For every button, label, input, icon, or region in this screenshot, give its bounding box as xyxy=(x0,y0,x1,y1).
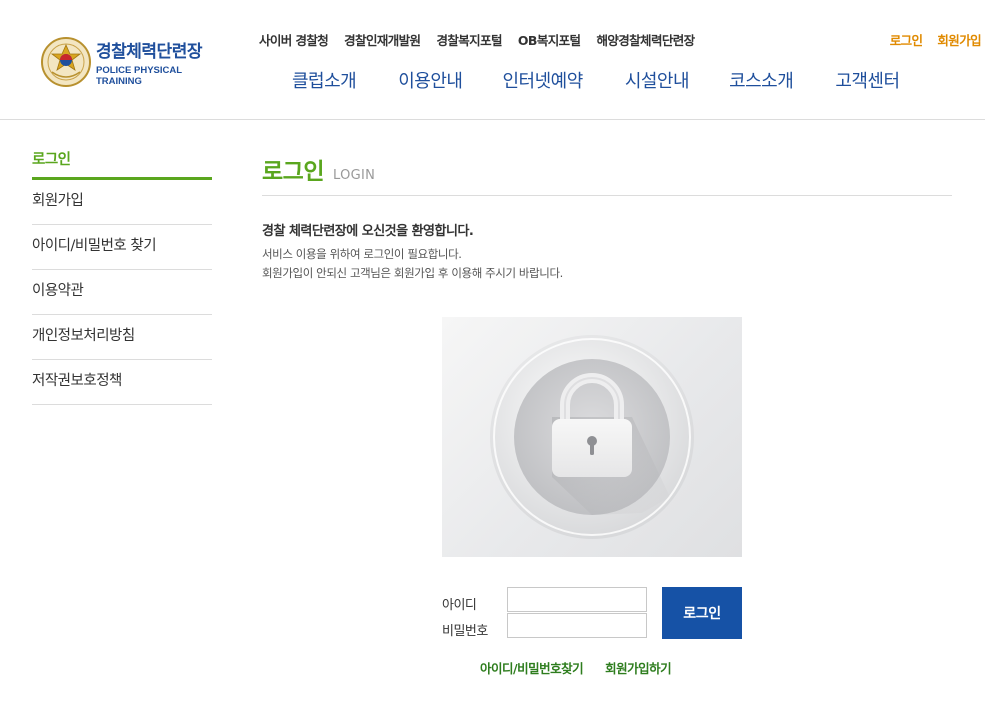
login-form: 아이디 비밀번호 로그인 xyxy=(442,587,742,639)
password-input[interactable] xyxy=(507,613,647,638)
nav-usage-guide[interactable]: 이용안내 xyxy=(398,67,463,93)
logo-subtitle: POLICE PHYSICAL TRAINING xyxy=(96,65,182,87)
welcome-heading: 경찰 체력단련장에 오신것을 환영합니다. xyxy=(262,224,474,239)
password-label: 비밀번호 xyxy=(442,624,488,639)
site-logo[interactable]: 경찰체력단련장 POLICE PHYSICAL TRAINING xyxy=(40,35,220,89)
util-link-cyber-police[interactable]: 사이버 경찰청 xyxy=(259,30,329,49)
util-nav: 사이버 경찰청 경찰인재개발원 경찰복지포털 OB복지포털 해양경찰체력단련장 xyxy=(259,30,711,49)
site-header: 경찰체력단련장 POLICE PHYSICAL TRAINING 사이버 경찰청… xyxy=(0,0,985,120)
util-link-police-academy[interactable]: 경찰인재개발원 xyxy=(344,30,421,49)
nav-facilities[interactable]: 시설안내 xyxy=(625,67,690,93)
page-header: 로그인 LOGIN xyxy=(262,140,952,196)
main-content: 로그인 LOGIN 경찰 체력단련장에 오신것을 환영합니다. 서비스 이용을 … xyxy=(262,140,952,283)
login-helper-links: 아이디/비밀번호찾기 회원가입하기 xyxy=(480,658,672,677)
header-login-link[interactable]: 로그인 xyxy=(890,30,923,49)
sidebar-item-login[interactable]: 로그인 xyxy=(32,140,212,180)
id-label: 아이디 xyxy=(442,598,477,613)
nav-online-booking[interactable]: 인터넷예약 xyxy=(503,67,584,93)
page-title-en: LOGIN xyxy=(332,168,376,183)
header-signup-link[interactable]: 회원가입 xyxy=(937,30,981,49)
signup-link[interactable]: 회원가입하기 xyxy=(605,658,672,677)
lock-icon xyxy=(490,335,694,539)
util-link-welfare-portal[interactable]: 경찰복지포털 xyxy=(436,30,502,49)
lock-illustration xyxy=(442,317,742,557)
police-emblem-icon xyxy=(40,36,92,88)
id-input[interactable] xyxy=(507,587,647,612)
logo-title: 경찰체력단련장 xyxy=(96,42,202,62)
sidebar-item-copyright[interactable]: 저작권보호정책 xyxy=(32,360,212,405)
nav-club-intro[interactable]: 클럽소개 xyxy=(292,67,357,93)
sidebar-item-find-account[interactable]: 아이디/비밀번호 찾기 xyxy=(32,225,212,270)
nav-customer-center[interactable]: 고객센터 xyxy=(835,67,900,93)
login-description: 서비스 이용을 위하여 로그인이 필요합니다. 회원가입이 안되신 고객님은 회… xyxy=(262,245,952,283)
main-nav: 클럽소개 이용안내 인터넷예약 시설안내 코스소개 고객센터 xyxy=(292,67,900,93)
auth-nav: 로그인 회원가입 xyxy=(875,30,982,49)
page-title: 로그인 xyxy=(262,159,324,185)
util-link-ob-portal[interactable]: OB복지포털 xyxy=(518,30,581,49)
nav-courses[interactable]: 코스소개 xyxy=(729,67,794,93)
sidebar-item-privacy[interactable]: 개인정보처리방침 xyxy=(32,315,212,360)
login-button[interactable]: 로그인 xyxy=(662,587,742,639)
sidebar-item-signup[interactable]: 회원가입 xyxy=(32,180,212,225)
sidebar: 로그인 회원가입 아이디/비밀번호 찾기 이용약관 개인정보처리방침 저작권보호… xyxy=(32,140,212,405)
find-id-password-link[interactable]: 아이디/비밀번호찾기 xyxy=(480,658,584,677)
description-line-2: 회원가입이 안되신 고객님은 회원가입 후 이용해 주시기 바랍니다. xyxy=(262,266,563,280)
sidebar-item-terms[interactable]: 이용약관 xyxy=(32,270,212,315)
util-link-coast-guard[interactable]: 해양경찰체력단련장 xyxy=(596,30,695,49)
description-line-1: 서비스 이용을 위하여 로그인이 필요합니다. xyxy=(262,247,462,261)
